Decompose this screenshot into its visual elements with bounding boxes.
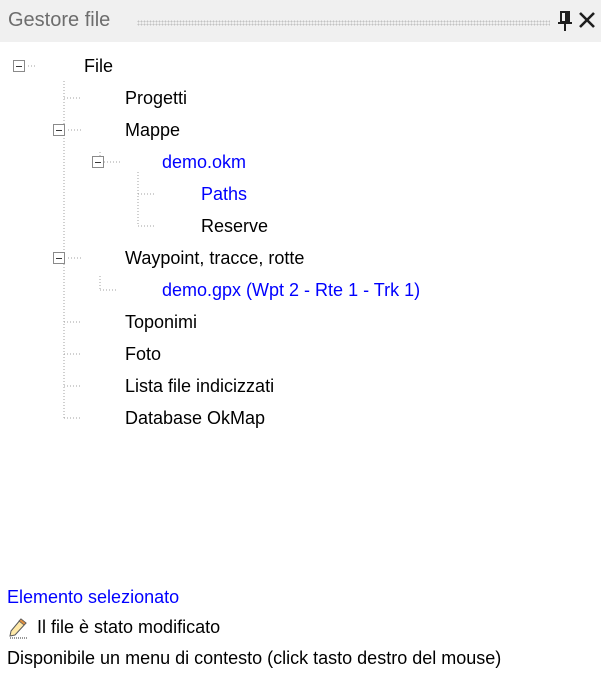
pencil-icon	[9, 618, 27, 639]
tree-node-mappe[interactable]: Mappe	[125, 118, 180, 142]
titlebar-grip[interactable]	[137, 20, 550, 26]
status-footer: Elemento selezionato Il file è stato mod…	[0, 580, 601, 689]
expander-file[interactable]	[13, 60, 25, 72]
tree-node-waypoint[interactable]: Waypoint, tracce, rotte	[125, 246, 304, 270]
expander-demo-okm[interactable]	[92, 156, 104, 168]
modified-indicator: Il file è stato modificato	[7, 615, 220, 639]
panel-title: Gestore file	[8, 9, 111, 31]
tree-node-database[interactable]: Database OkMap	[125, 406, 265, 430]
tree-node-paths[interactable]: Paths	[201, 182, 247, 206]
expander-waypoint[interactable]	[53, 252, 65, 264]
tree-node-demo-okm[interactable]: demo.okm	[162, 150, 246, 174]
expander-mappe[interactable]	[53, 124, 65, 136]
tree-node-toponimi[interactable]: Toponimi	[125, 310, 197, 334]
tree-node-foto[interactable]: Foto	[125, 342, 161, 366]
tree-node-lista-file[interactable]: Lista file indicizzati	[125, 374, 274, 398]
modified-label: Il file è stato modificato	[37, 617, 221, 637]
panel-titlebar: Gestore file	[0, 0, 601, 42]
close-icon[interactable]	[578, 11, 596, 29]
tree-node-demo-gpx[interactable]: demo.gpx (Wpt 2 - Rte 1 - Trk 1)	[162, 278, 420, 302]
context-menu-hint: Disponibile un menu di contesto (click t…	[7, 648, 502, 668]
selected-item-label: Elemento selezionato	[7, 587, 180, 607]
pin-icon[interactable]	[556, 10, 574, 32]
file-tree: File Progetti Mappe demo.okm Paths Reser…	[0, 42, 601, 562]
tree-node-file[interactable]: File	[84, 54, 113, 78]
file-manager-panel: Gestore file File Progetti Mappe demo.ok…	[0, 0, 601, 689]
tree-node-reserve[interactable]: Reserve	[201, 214, 268, 238]
tree-node-progetti[interactable]: Progetti	[125, 86, 187, 110]
